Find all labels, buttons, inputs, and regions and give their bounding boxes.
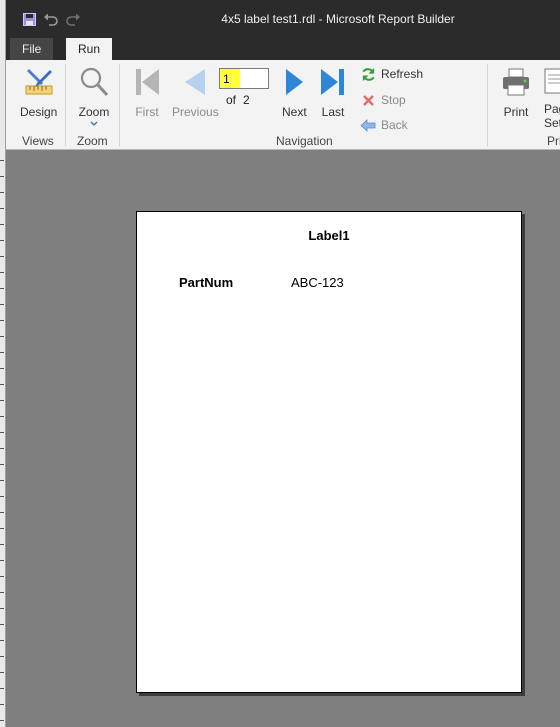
report-viewer[interactable]: Label1 PartNum ABC-123 [6, 150, 560, 727]
print-group-label: Pri [547, 134, 560, 148]
first-page-button[interactable]: First [133, 66, 161, 119]
refresh-icon [360, 66, 376, 82]
of-label: of [226, 93, 237, 107]
last-page-button[interactable]: Last [319, 66, 347, 119]
chevron-down-icon [90, 121, 98, 126]
group-divider [119, 64, 120, 146]
next-label: Next [282, 105, 307, 119]
print-button[interactable]: Print [501, 66, 531, 119]
next-page-button[interactable]: Next [282, 66, 307, 119]
stop-button[interactable]: Stop [360, 92, 406, 108]
next-page-icon [283, 66, 305, 101]
page-setup-label-2: Set [544, 116, 560, 130]
previous-label: Previous [172, 105, 219, 119]
page-setup-label-1: Pag [544, 102, 560, 116]
back-arrow-icon [360, 117, 376, 133]
stop-label: Stop [381, 93, 406, 107]
ribbon-tab-strip: File Run [6, 36, 560, 60]
last-label: Last [321, 105, 345, 119]
partnum-value: ABC-123 [291, 275, 344, 290]
first-page-icon [133, 66, 161, 101]
group-divider [65, 64, 66, 146]
current-page-box[interactable] [219, 68, 269, 89]
ribbon: Design Views Zoom Zoom First Previous of… [6, 60, 560, 150]
window-title: 4x5 label test1.rdl - Microsoft Report B… [221, 12, 455, 26]
report-page: Label1 PartNum ABC-123 [136, 211, 522, 693]
page-setup-button[interactable]: Pag Set [544, 66, 560, 130]
title-bar: 4x5 label test1.rdl - Microsoft Report B… [6, 0, 560, 36]
group-divider [487, 64, 488, 146]
tab-run[interactable]: Run [66, 38, 113, 60]
magnifier-icon [78, 66, 110, 101]
refresh-button[interactable]: Refresh [360, 66, 423, 82]
previous-page-button[interactable]: Previous [172, 66, 219, 119]
navigation-group-label: Navigation [276, 134, 333, 148]
first-label: First [135, 105, 159, 119]
zoom-label: Zoom [78, 105, 110, 119]
tab-file[interactable]: File [10, 38, 54, 60]
current-page-input[interactable] [223, 71, 263, 86]
report-title: Label1 [308, 228, 350, 243]
design-icon [23, 66, 55, 101]
refresh-label: Refresh [381, 67, 424, 81]
previous-page-icon [181, 66, 209, 101]
page-setup-icon [544, 66, 560, 98]
last-page-icon [319, 66, 347, 101]
total-pages-label: 2 [243, 93, 250, 107]
views-group-label: Views [22, 134, 54, 148]
back-button[interactable]: Back [360, 117, 408, 133]
printer-icon [501, 66, 531, 101]
print-label: Print [503, 105, 529, 119]
design-label: Design [20, 105, 58, 119]
stop-icon [360, 92, 376, 108]
partnum-label: PartNum [179, 275, 234, 290]
design-button[interactable]: Design [20, 66, 57, 119]
zoom-button[interactable]: Zoom [78, 66, 110, 127]
back-label: Back [381, 118, 408, 132]
zoom-group-label: Zoom [77, 134, 108, 148]
